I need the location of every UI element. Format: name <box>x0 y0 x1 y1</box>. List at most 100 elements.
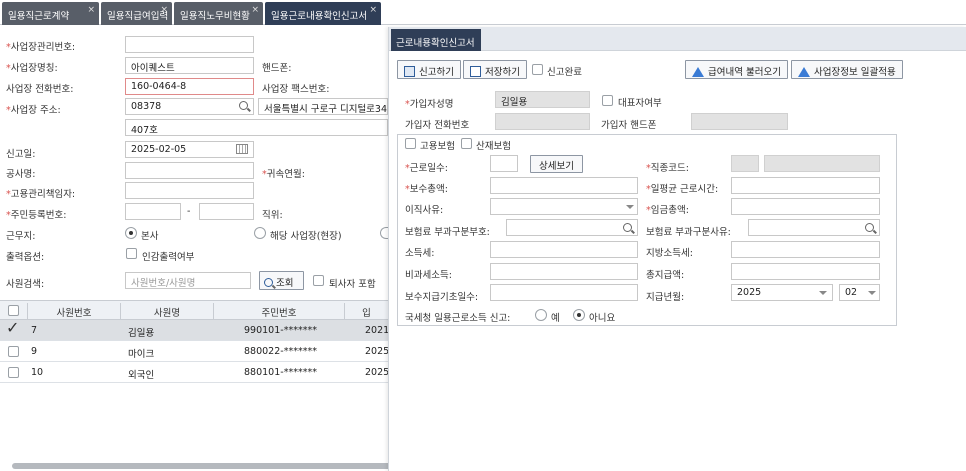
nontax-input[interactable] <box>490 263 638 280</box>
calendar-icon[interactable] <box>236 144 248 154</box>
emp-search-label: 사원검색: <box>6 279 45 290</box>
business-no-label: *사업장관리번호: <box>6 42 76 53</box>
row-checkbox[interactable] <box>8 346 19 357</box>
col-emp-no[interactable]: 사원번호 <box>27 303 120 319</box>
business-name-input[interactable]: 아이퀘스트 <box>125 57 254 74</box>
print-seal-label: 인감출력여부 <box>142 252 195 263</box>
subscriber-name-input[interactable]: 김일용 <box>495 91 590 108</box>
addr1-input[interactable]: 서울특별시 구로구 디지털로34 <box>258 98 388 115</box>
pay-year-select[interactable]: 2025 <box>731 284 833 301</box>
cell-emp-name: 김일용 <box>128 328 155 339</box>
upload-icon <box>798 67 810 77</box>
resident-dash: - <box>187 206 191 217</box>
business-no-input[interactable] <box>125 36 254 53</box>
total-pay-input[interactable] <box>731 263 880 280</box>
construction-input[interactable] <box>125 162 254 179</box>
tab-daily-labor-cost[interactable]: 일용직노무비현황 × <box>174 2 263 25</box>
zip-input[interactable]: 08378 <box>125 98 254 115</box>
workplace-hq-radio[interactable] <box>125 227 137 239</box>
subscriber-mobile-input[interactable] <box>691 113 788 130</box>
col-join-date[interactable]: 입 <box>344 303 388 319</box>
close-icon[interactable]: × <box>87 5 95 15</box>
retired-checkbox[interactable] <box>313 275 324 286</box>
col-emp-name[interactable]: 사원명 <box>120 303 213 319</box>
apply-info-button[interactable]: 사업장정보 일괄적용 <box>791 60 903 79</box>
search-icon[interactable] <box>865 223 874 232</box>
emp-search-input[interactable]: 사원번호/사원명 <box>125 272 251 289</box>
employment-manager-label: *고용관리책임자: <box>6 189 76 200</box>
cell-rrn: 880101-******* <box>244 367 317 378</box>
resident-no-back-input[interactable] <box>199 203 254 220</box>
chevron-down-icon <box>868 291 876 295</box>
close-icon[interactable]: × <box>160 5 168 15</box>
table-row[interactable]: 9 마이크 880022-******* 2025 <box>0 341 389 362</box>
workplace-other-radio[interactable] <box>380 227 388 239</box>
wage-total-input[interactable] <box>731 198 880 215</box>
ins-code-input[interactable] <box>506 219 638 236</box>
accident-ins-checkbox[interactable] <box>461 138 472 149</box>
employment-ins-checkbox[interactable] <box>405 138 416 149</box>
work-days-label: *근로일수: <box>405 163 448 174</box>
daily-hours-label: *일평균 근로시간: <box>646 184 719 195</box>
report-done-checkbox[interactable] <box>532 64 543 75</box>
report-button[interactable]: 신고하기 <box>397 60 461 79</box>
save-button[interactable]: 저장하기 <box>463 60 527 79</box>
chevron-down-icon <box>626 205 634 209</box>
employment-manager-input[interactable] <box>125 182 254 199</box>
workplace-site-radio[interactable] <box>254 227 266 239</box>
subscriber-name-label: *가입자성명 <box>405 99 454 110</box>
ins-reason-input[interactable] <box>748 219 880 236</box>
addr2-input[interactable]: 407호 <box>125 119 388 136</box>
cell-emp-name: 외국인 <box>128 370 155 381</box>
local-tax-label: 지방소득세: <box>646 248 693 259</box>
cell-join-date: 2025 <box>365 367 390 378</box>
resident-no-front-input[interactable] <box>125 203 181 220</box>
close-icon[interactable]: × <box>369 5 377 15</box>
local-tax-input[interactable] <box>731 241 880 258</box>
subscriber-phone-input[interactable] <box>495 113 590 130</box>
nts-no-label: 아니요 <box>589 313 616 324</box>
leave-reason-label: 이직사유: <box>405 205 444 216</box>
search-button[interactable]: 조회 <box>259 271 304 290</box>
report-date-input[interactable]: 2025-02-05 <box>125 141 254 158</box>
nts-report-label: 국세청 일용근로소득 신고: <box>405 313 511 324</box>
business-addr-label: *사업장 주소: <box>6 105 61 116</box>
pay-total-input[interactable] <box>490 177 638 194</box>
cell-emp-no: 10 <box>31 367 44 378</box>
representative-label: 대표자여부 <box>618 98 662 109</box>
row-checkbox[interactable]: ✓ <box>6 320 23 337</box>
report-icon <box>404 66 415 77</box>
tab-daily-contract[interactable]: 일용직근로계약 × <box>2 2 99 25</box>
tab-daily-work-report[interactable]: 일용근로내용확인신고서 × <box>265 2 381 25</box>
job-code-input[interactable] <box>731 155 759 172</box>
detail-button[interactable]: 상세보기 <box>530 155 583 173</box>
daily-hours-input[interactable] <box>731 177 880 194</box>
pay-base-days-input[interactable] <box>490 284 638 301</box>
col-rrn[interactable]: 주민번호 <box>213 303 344 319</box>
income-tax-label: 소득세: <box>405 248 435 259</box>
representative-checkbox[interactable] <box>602 95 613 106</box>
work-days-input[interactable] <box>490 155 518 172</box>
mobile-label: 핸드폰: <box>262 63 292 74</box>
search-icon[interactable] <box>239 101 248 110</box>
nts-yes-radio[interactable] <box>535 309 547 321</box>
load-pay-button[interactable]: 급여내역 불러오기 <box>685 60 788 79</box>
job-name-input[interactable] <box>764 155 880 172</box>
close-icon[interactable]: × <box>251 5 259 15</box>
table-row[interactable]: 10 외국인 880101-******* 2025 <box>0 362 390 383</box>
subscriber-phone-label: 가입자 전화번호 <box>405 120 470 131</box>
row-checkbox[interactable] <box>8 367 19 378</box>
tab-daily-pay-input[interactable]: 일용직급여입력 × <box>101 2 172 25</box>
ins-reason-label: 보험료 부과구분사유: <box>646 227 731 238</box>
report-done-label: 신고완료 <box>547 67 582 78</box>
leave-reason-select[interactable] <box>490 198 638 215</box>
panel-tab[interactable]: 근로내용확인신고서 <box>391 29 481 51</box>
print-seal-checkbox[interactable] <box>126 248 137 259</box>
nts-no-radio[interactable] <box>573 309 585 321</box>
business-phone-input[interactable]: 160-0464-8 <box>125 78 254 95</box>
workplace-hq-label: 본사 <box>141 231 159 242</box>
select-all-checkbox[interactable] <box>8 305 19 316</box>
search-icon[interactable] <box>623 223 632 232</box>
income-tax-input[interactable] <box>490 241 638 258</box>
table-row[interactable]: ✓ 7 김일용 990101-******* 2021 <box>0 320 389 341</box>
